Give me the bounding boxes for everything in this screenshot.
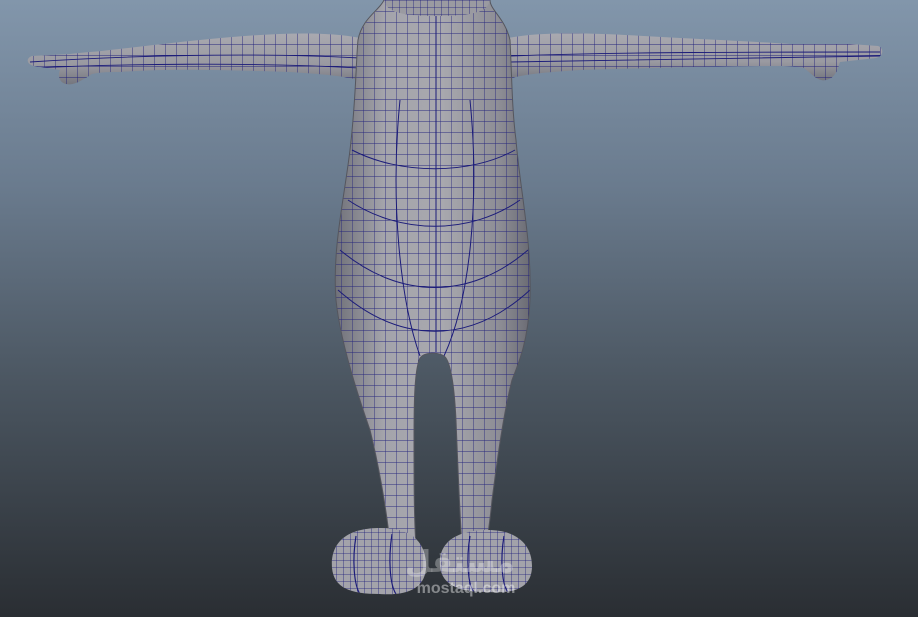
torso-and-legs[interactable] [330, 0, 540, 560]
left-arm[interactable] [20, 20, 370, 100]
left-foot[interactable] [320, 520, 440, 600]
wireframe-character-model[interactable] [0, 0, 918, 617]
right-arm[interactable] [500, 20, 890, 100]
maya-viewport[interactable]: مستقل mostaql.com [0, 0, 918, 617]
right-foot[interactable] [430, 520, 540, 600]
